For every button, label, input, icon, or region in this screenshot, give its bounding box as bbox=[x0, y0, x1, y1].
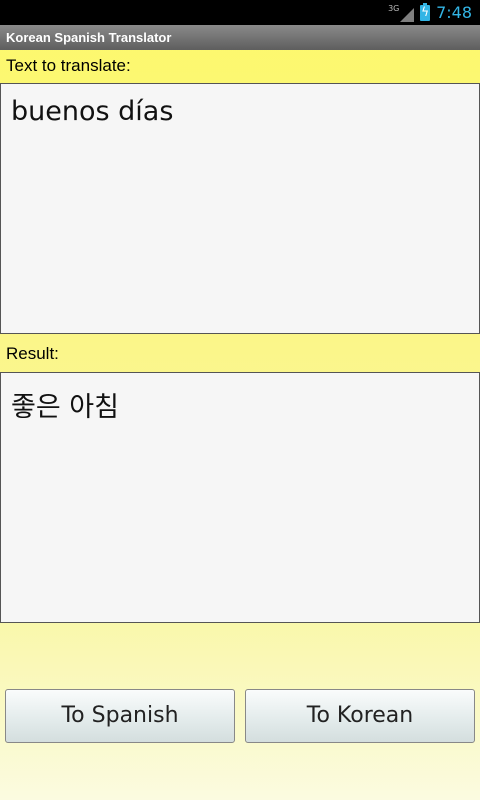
status-bar: 3G 7:48 bbox=[0, 0, 480, 25]
translate-input-field[interactable]: buenos días bbox=[0, 83, 480, 334]
status-clock: 7:48 bbox=[436, 3, 472, 22]
input-label: Text to translate: bbox=[6, 56, 131, 75]
signal-icon: 3G bbox=[388, 4, 415, 22]
result-label: Result: bbox=[6, 344, 59, 363]
app-title: Korean Spanish Translator bbox=[6, 30, 172, 45]
to-korean-button[interactable]: To Korean bbox=[245, 689, 475, 743]
app-title-bar: Korean Spanish Translator bbox=[0, 25, 480, 50]
to-spanish-button[interactable]: To Spanish bbox=[5, 689, 235, 743]
result-output-field[interactable]: 좋은 아침 bbox=[0, 372, 480, 623]
battery-charging-icon bbox=[420, 2, 431, 21]
network-type-label: 3G bbox=[388, 3, 400, 13]
